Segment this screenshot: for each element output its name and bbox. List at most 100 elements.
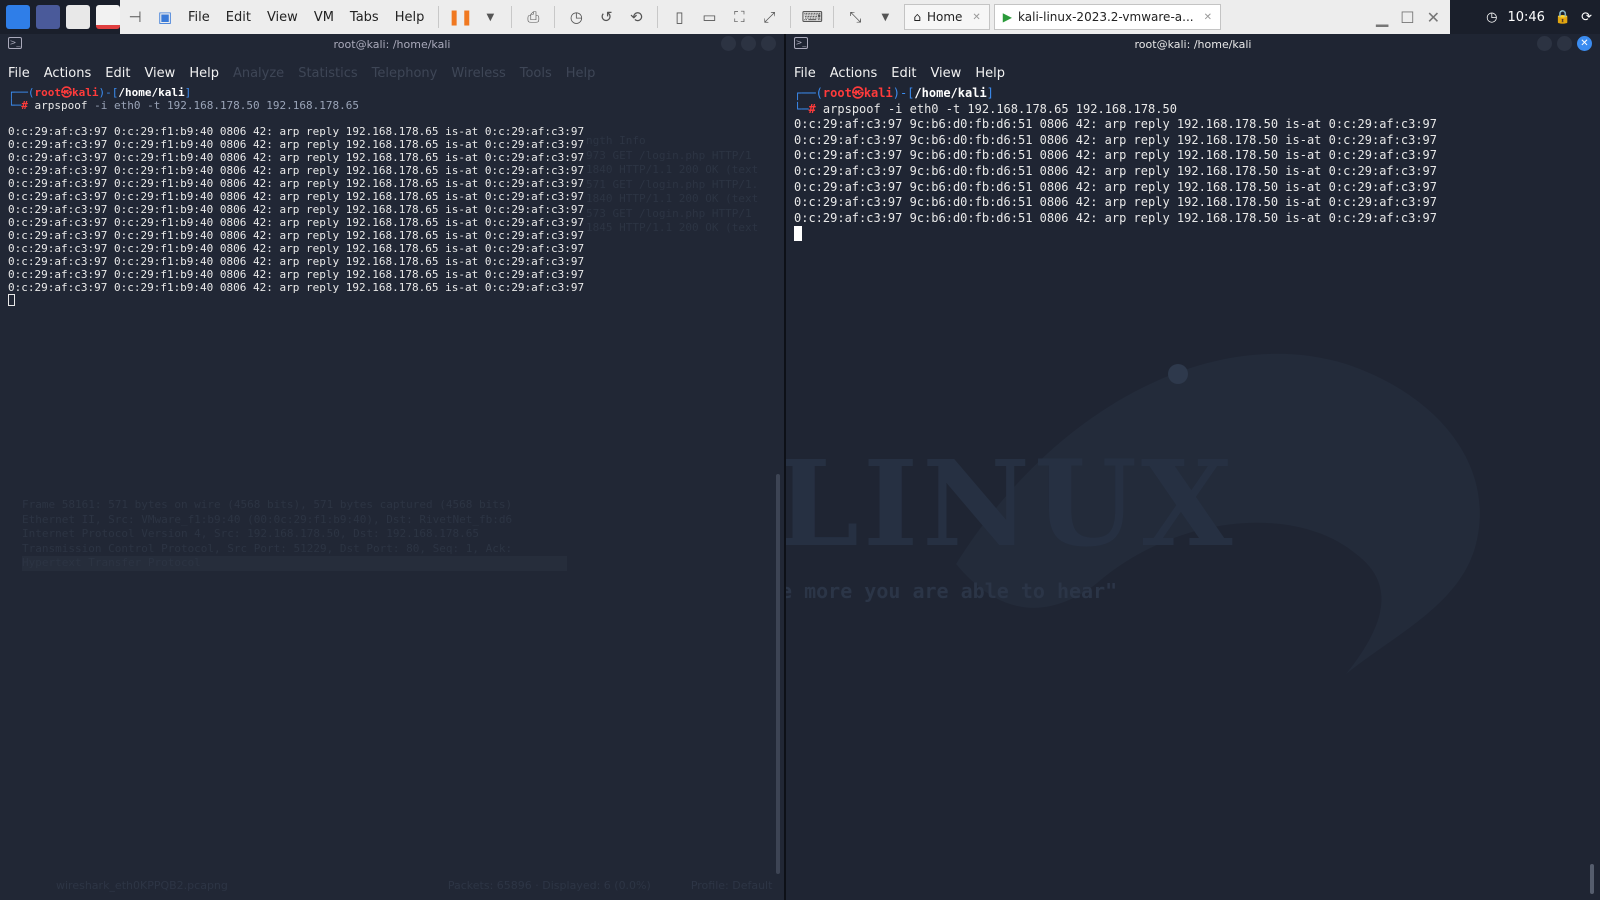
lock-icon[interactable]: 🔒 <box>1555 10 1571 25</box>
ghost-line: Internet Protocol Version 4, Src: 192.16… <box>22 527 479 540</box>
terminal-icon: >_ <box>8 37 22 49</box>
window-buttons: ✕ <box>1537 36 1592 51</box>
menu-edit[interactable]: Edit <box>105 66 130 81</box>
vmware-menu-view[interactable]: View <box>259 10 306 25</box>
send-keys-icon[interactable]: ⎙ <box>522 6 544 28</box>
minimize-button[interactable] <box>721 36 736 51</box>
output-line: 0:c:29:af:c3:97 0:c:29:f1:b9:40 0806 42:… <box>8 177 585 190</box>
chevron-down-icon[interactable]: ▼ <box>479 6 501 28</box>
arpspoof-output: 0:c:29:af:c3:97 0:c:29:f1:b9:40 0806 42:… <box>8 125 784 294</box>
tab-kali-vm[interactable]: ▶ kali-linux-2023.2-vmware-a... ✕ <box>993 4 1221 30</box>
tab-label: Home <box>926 10 963 24</box>
pause-icon[interactable]: ❚❚ <box>448 6 473 28</box>
terminal-window-left[interactable]: >_ root@kali: /home/kali File Actions Ed… <box>0 34 784 900</box>
close-button[interactable] <box>761 36 776 51</box>
thumbnail-bar-icon[interactable]: ▭ <box>698 6 720 28</box>
vmware-menu-help[interactable]: Help <box>387 10 433 25</box>
show-desktop-icon[interactable] <box>36 5 60 29</box>
command-args: -i eth0 -t 192.168.178.65 192.168.178.50 <box>887 101 1177 116</box>
menu-file[interactable]: File <box>794 66 816 81</box>
terminal-window-right[interactable]: LINUX e more you are able to hear" >_ ro… <box>786 34 1600 900</box>
menu-file[interactable]: File <box>8 66 30 81</box>
output-line: 0:c:29:af:c3:97 0:c:29:f1:b9:40 0806 42:… <box>8 164 585 177</box>
snapshot-icon[interactable]: ◷ <box>565 6 587 28</box>
output-line: 0:c:29:af:c3:97 0:c:29:f1:b9:40 0806 42:… <box>8 203 585 216</box>
toolbar-separator <box>554 6 556 28</box>
output-line: 0:c:29:af:c3:97 0:c:29:f1:b9:40 0806 42:… <box>8 268 585 281</box>
prompt-user: root <box>34 86 62 99</box>
terminal-menubar: File Actions Edit View Help Analyze Stat… <box>0 62 784 84</box>
sidebar-toggle-icon[interactable]: ▯ <box>668 6 690 28</box>
kali-panel-launchers <box>0 0 120 34</box>
fullscreen-icon[interactable]: ⤡ <box>844 6 866 28</box>
close-icon[interactable]: ✕ <box>1427 8 1440 27</box>
ghost-menu-analyze: Analyze <box>232 65 285 81</box>
window-titlebar: >_ root@kali: /home/kali ✕ <box>786 34 1600 54</box>
wallpaper-quote: e more you are able to hear" <box>786 579 1118 603</box>
ghost-menu-statistics: Statistics <box>298 65 358 81</box>
fit-guest-icon[interactable]: ⛶ <box>728 6 750 28</box>
command-name: arpspoof <box>822 101 881 116</box>
maximize-icon[interactable]: ☐ <box>1400 8 1414 27</box>
output-line: 0:c:29:af:c3:97 0:c:29:f1:b9:40 0806 42:… <box>8 281 585 294</box>
output-line: 0:c:29:af:c3:97 0:c:29:f1:b9:40 0806 42:… <box>8 125 585 138</box>
maximize-button[interactable] <box>741 36 756 51</box>
tab-label: kali-linux-2023.2-vmware-a... <box>1018 10 1194 24</box>
clock[interactable]: 10:46 <box>1507 10 1544 25</box>
minimize-button[interactable] <box>1537 36 1552 51</box>
scrollbar[interactable] <box>1590 864 1594 894</box>
menu-edit[interactable]: Edit <box>891 66 916 81</box>
terminal-cursor <box>8 294 15 306</box>
power-icon[interactable]: ⟳ <box>1581 10 1592 25</box>
command-line: └─# arpspoof -i eth0 -t 192.168.178.50 1… <box>8 99 360 112</box>
output-line: 0:c:29:af:c3:97 0:c:29:f1:b9:40 0806 42:… <box>8 138 585 151</box>
snapshot-manager-icon[interactable]: ⟲ <box>625 6 647 28</box>
vmware-toolbar: ⊣ ▣ File Edit View VM Tabs Help ❚❚ ▼ ⎙ ◷… <box>120 0 1450 34</box>
output-line: 0:c:29:af:c3:97 0:c:29:f1:b9:40 0806 42:… <box>8 190 585 203</box>
close-button[interactable]: ✕ <box>1577 36 1592 51</box>
revert-snapshot-icon[interactable]: ↺ <box>595 6 617 28</box>
terminal-menubar: File Actions Edit View Help <box>786 62 1600 84</box>
menu-help[interactable]: Help <box>975 66 1005 81</box>
console-icon[interactable]: ⌨ <box>801 6 824 28</box>
ghost-status-packets: Packets: 65896 · Displayed: 6 (0.0%) <box>447 878 651 892</box>
vmware-menu-file[interactable]: File <box>180 10 218 25</box>
window-titlebar: >_ root@kali: /home/kali <box>0 34 784 54</box>
scrollbar[interactable] <box>776 474 780 874</box>
menu-actions[interactable]: Actions <box>44 66 92 81</box>
terminal-output[interactable]: ┌──(root㉿kali)-[/home/kali] └─# arpspoof… <box>786 86 1600 246</box>
command-args: -i eth0 -t 192.168.178.50 192.168.178.65 <box>94 99 360 112</box>
close-icon[interactable]: ✕ <box>1204 12 1212 23</box>
ghost-line: Hypertext Transfer Protocol <box>22 556 567 571</box>
menu-help[interactable]: Help <box>189 66 219 81</box>
maximize-button[interactable] <box>1557 36 1572 51</box>
host-taskbar: ⊣ ▣ File Edit View VM Tabs Help ❚❚ ▼ ⎙ ◷… <box>0 0 1600 34</box>
prompt-line: ┌──(root㉿kali)-[/home/kali] <box>794 86 994 100</box>
arpspoof-output: 0:c:29:af:c3:97 9c:b6:d0:fb:d6:51 0806 4… <box>794 117 1600 226</box>
terminal-output[interactable]: ┌──(root㉿kali)-[/home/kali] └─# arpspoof… <box>0 86 784 309</box>
toolbar-separator <box>657 6 659 28</box>
vm-running-icon: ▶ <box>1002 10 1013 24</box>
text-editor-icon[interactable] <box>96 5 120 29</box>
kali-menu-icon[interactable] <box>6 5 30 29</box>
vmware-menu-tabs[interactable]: Tabs <box>342 10 387 25</box>
file-manager-icon[interactable] <box>66 5 90 29</box>
ghost-line: Transmission Control Protocol, Src Port:… <box>22 541 513 555</box>
menu-view[interactable]: View <box>144 66 175 81</box>
menu-actions[interactable]: Actions <box>830 66 878 81</box>
unity-icon[interactable]: ⤢ <box>758 6 780 28</box>
tab-home[interactable]: ⌂ Home ✕ <box>904 4 990 30</box>
vmware-menu-vm[interactable]: VM <box>306 10 342 25</box>
wallpaper-linux-text: LINUX <box>786 434 1237 573</box>
minimize-icon[interactable]: ▁ <box>1376 8 1388 27</box>
window-title: root@kali: /home/kali <box>333 37 451 51</box>
clock-icon: ◷ <box>1486 9 1498 25</box>
chevron-down-icon[interactable]: ▼ <box>874 6 896 28</box>
output-line: 0:c:29:af:c3:97 0:c:29:f1:b9:40 0806 42:… <box>8 151 585 164</box>
output-line: 0:c:29:af:c3:97 0:c:29:f1:b9:40 0806 42:… <box>8 242 585 255</box>
menu-view[interactable]: View <box>930 66 961 81</box>
pin-icon[interactable]: ⊣ <box>124 6 146 28</box>
vmware-menu-edit[interactable]: Edit <box>218 10 259 25</box>
close-icon[interactable]: ✕ <box>972 12 980 23</box>
output-line: 0:c:29:af:c3:97 9c:b6:d0:fb:d6:51 0806 4… <box>794 163 1437 178</box>
